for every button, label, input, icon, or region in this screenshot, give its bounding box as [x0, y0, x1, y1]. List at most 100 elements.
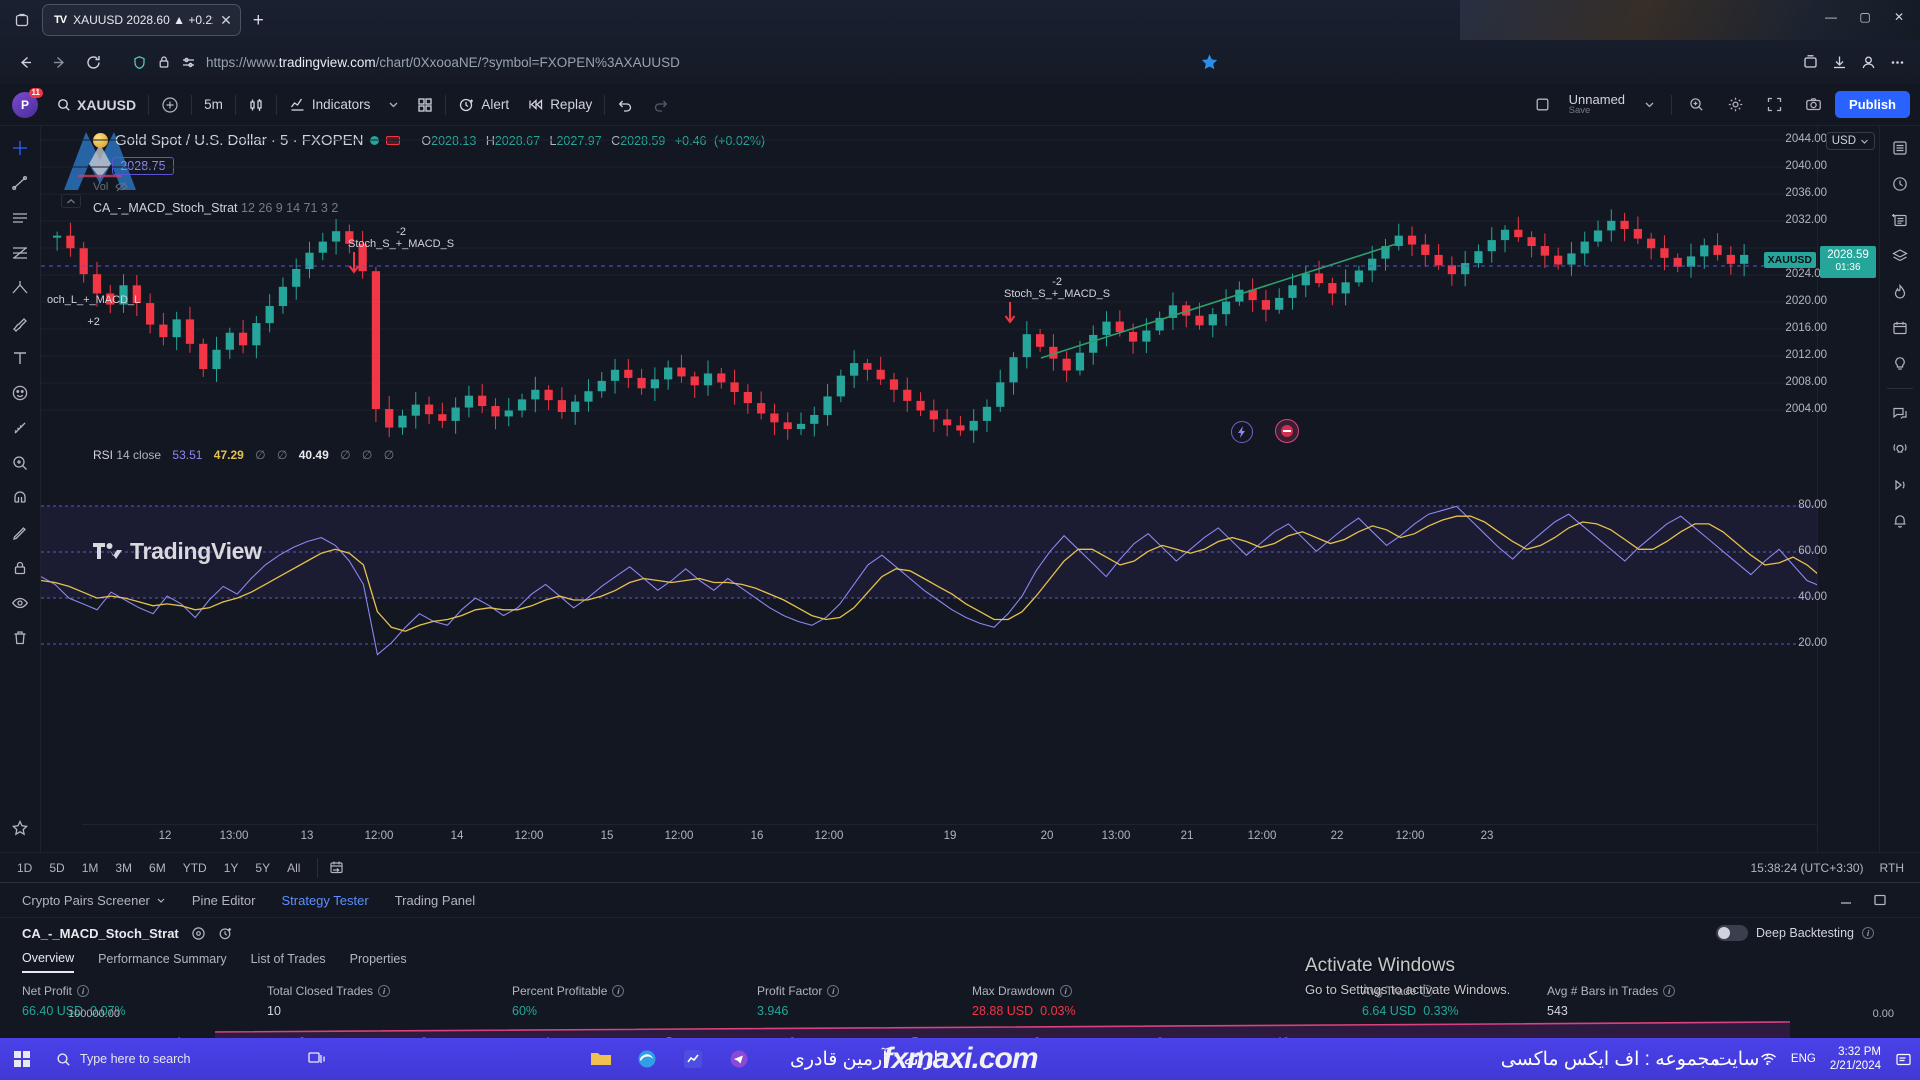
watchlist-icon[interactable] — [1884, 132, 1916, 164]
chart-canvas[interactable]: Gold Spot / U.S. Dollar · 5 · FXOPEN O20… — [41, 126, 1920, 852]
replay-button[interactable]: Replay — [518, 90, 601, 120]
timeframe-button-ytd[interactable]: YTD — [176, 858, 214, 878]
timeframe-button-5y[interactable]: 5Y — [248, 858, 277, 878]
rsi-legend[interactable]: RSI 14 close 53.51 47.29 ∅ ∅ 40.49 ∅ ∅ ∅ — [93, 448, 394, 462]
indicators-button[interactable]: Indicators — [280, 90, 380, 120]
chart-type-button[interactable] — [239, 90, 273, 120]
minimize-button[interactable]: — — [1814, 2, 1848, 32]
favorite-drawings-icon[interactable] — [4, 812, 36, 844]
signal-annotation-3[interactable]: och_L_+_MACD_L +2 — [47, 294, 140, 328]
info-icon[interactable]: i — [1663, 985, 1676, 997]
publish-button[interactable]: Publish — [1835, 91, 1910, 118]
reload-icon[interactable] — [78, 47, 108, 77]
ideas-bulb-icon[interactable] — [1884, 348, 1916, 380]
session-label[interactable]: RTH — [1880, 861, 1904, 875]
notification-center-icon[interactable] — [1895, 1052, 1912, 1067]
signal-annotation-1[interactable]: -2 Stoch_S_+_MACD_S — [348, 226, 454, 278]
timeframe-button-3m[interactable]: 3M — [108, 858, 139, 878]
layout-dropdown[interactable] — [1635, 90, 1664, 120]
back-icon[interactable] — [10, 47, 40, 77]
bottom-tab-trading-panel[interactable]: Trading Panel — [395, 893, 475, 908]
layout-name-box[interactable]: Unnamed Save — [1563, 93, 1631, 117]
rsi-pane[interactable] — [41, 468, 1879, 718]
telegram-icon[interactable] — [718, 1041, 760, 1077]
lock-icon[interactable] — [157, 55, 171, 69]
timeframe-button-6m[interactable]: 6M — [142, 858, 173, 878]
shield-icon[interactable] — [132, 55, 147, 70]
start-button[interactable] — [0, 1051, 44, 1067]
strategy-subtab-properties[interactable]: Properties — [350, 952, 407, 972]
lightning-marker-icon[interactable] — [1231, 421, 1253, 443]
edge-icon[interactable] — [626, 1041, 668, 1077]
fullscreen-button[interactable] — [1757, 90, 1792, 120]
streams-play-icon[interactable] — [1884, 469, 1916, 501]
info-icon[interactable]: i — [1862, 927, 1874, 939]
info-icon[interactable]: i — [77, 985, 90, 997]
redo-button[interactable] — [643, 90, 678, 120]
explorer-icon[interactable] — [580, 1041, 622, 1077]
alerts-clock-icon[interactable] — [1884, 168, 1916, 200]
measure-icon[interactable] — [4, 412, 36, 444]
close-window-button[interactable]: ✕ — [1882, 2, 1916, 32]
language-indicator[interactable]: ENG — [1791, 1053, 1816, 1065]
collections-icon[interactable] — [1802, 54, 1819, 71]
bottom-tab-pine-editor[interactable]: Pine Editor — [192, 893, 256, 908]
favorite-star-icon[interactable] — [1201, 53, 1218, 71]
indicators-dropdown[interactable] — [379, 90, 408, 120]
undo-button[interactable] — [608, 90, 643, 120]
layouts-button[interactable] — [408, 90, 442, 120]
forward-icon[interactable] — [44, 47, 74, 77]
taskbar-clock[interactable]: 3:32 PM 2/21/2024 — [1830, 1045, 1881, 1074]
site-settings-icon[interactable] — [181, 55, 196, 70]
pitchfork-icon[interactable] — [4, 272, 36, 304]
notifications-bell-icon[interactable] — [1884, 505, 1916, 537]
price-pane[interactable] — [41, 126, 1879, 452]
tradingview-app-icon[interactable] — [672, 1041, 714, 1077]
fib-retracement-icon[interactable] — [4, 237, 36, 269]
add-alert-icon[interactable] — [218, 926, 233, 941]
user-avatar[interactable]: P 11 — [12, 87, 43, 118]
snapshot-button[interactable] — [1796, 90, 1831, 120]
chart-clock[interactable]: 15:38:24 (UTC+3:30) — [1750, 861, 1863, 875]
text-tool-icon[interactable] — [4, 342, 36, 374]
bottom-tab-crypto-pairs-screener[interactable]: Crypto Pairs Screener — [22, 893, 166, 908]
timeframe-button-1m[interactable]: 1M — [75, 858, 106, 878]
symbol-search-button[interactable]: XAUUSD — [48, 90, 145, 120]
close-icon[interactable]: ✕ — [220, 13, 232, 27]
strategy-subtab-overview[interactable]: Overview — [22, 951, 75, 973]
info-icon[interactable]: i — [827, 985, 840, 997]
chevron-down-icon[interactable] — [156, 895, 166, 905]
trend-line-icon[interactable] — [4, 167, 36, 199]
chart-properties-button[interactable] — [1718, 90, 1753, 120]
profile-icon[interactable] — [1860, 54, 1877, 71]
alert-button[interactable]: Alert — [449, 90, 518, 120]
maximize-panel-icon[interactable] — [1872, 892, 1898, 908]
strategy-settings-icon[interactable] — [191, 926, 206, 941]
chat-icon[interactable] — [1884, 397, 1916, 429]
calendar-icon[interactable] — [1884, 312, 1916, 344]
timeframe-button-1d[interactable]: 1D — [10, 858, 39, 878]
data-window-icon[interactable] — [1884, 204, 1916, 236]
remove-drawings-icon[interactable] — [4, 622, 36, 654]
no-entry-marker-icon[interactable] — [1275, 419, 1299, 443]
info-icon[interactable]: i — [1059, 985, 1072, 997]
emoji-icon[interactable] — [4, 377, 36, 409]
new-tab-button[interactable]: + — [247, 11, 270, 30]
signal-annotation-2[interactable]: -2 Stoch_S_+_MACD_S — [1004, 276, 1110, 328]
horizontal-lines-icon[interactable] — [4, 202, 36, 234]
deep-backtesting-control[interactable]: Deep Backtesting i — [1716, 925, 1898, 941]
timeframe-button-all[interactable]: All — [280, 858, 307, 878]
layers-icon[interactable] — [1884, 240, 1916, 272]
tab-search-icon[interactable] — [8, 6, 36, 34]
address-bar[interactable]: https://www.tradingview.com/chart/0Xxooa… — [120, 47, 1189, 77]
browser-tab[interactable]: TV XAUUSD 2028.60 ▲ +0.22% Unn ✕ — [42, 4, 241, 36]
currency-selector[interactable]: USD — [1825, 132, 1875, 150]
more-options-icon[interactable] — [1889, 54, 1906, 71]
minimize-panel-icon[interactable] — [1838, 892, 1854, 908]
taskbar-search[interactable]: Type here to search — [44, 1044, 294, 1074]
layout-save-icon[interactable] — [1526, 90, 1559, 120]
strategy-subtab-performance-summary[interactable]: Performance Summary — [98, 952, 227, 972]
interval-button[interactable]: 5m — [195, 90, 232, 120]
deep-backtesting-toggle[interactable] — [1716, 925, 1749, 941]
taskview-icon[interactable] — [296, 1041, 338, 1077]
